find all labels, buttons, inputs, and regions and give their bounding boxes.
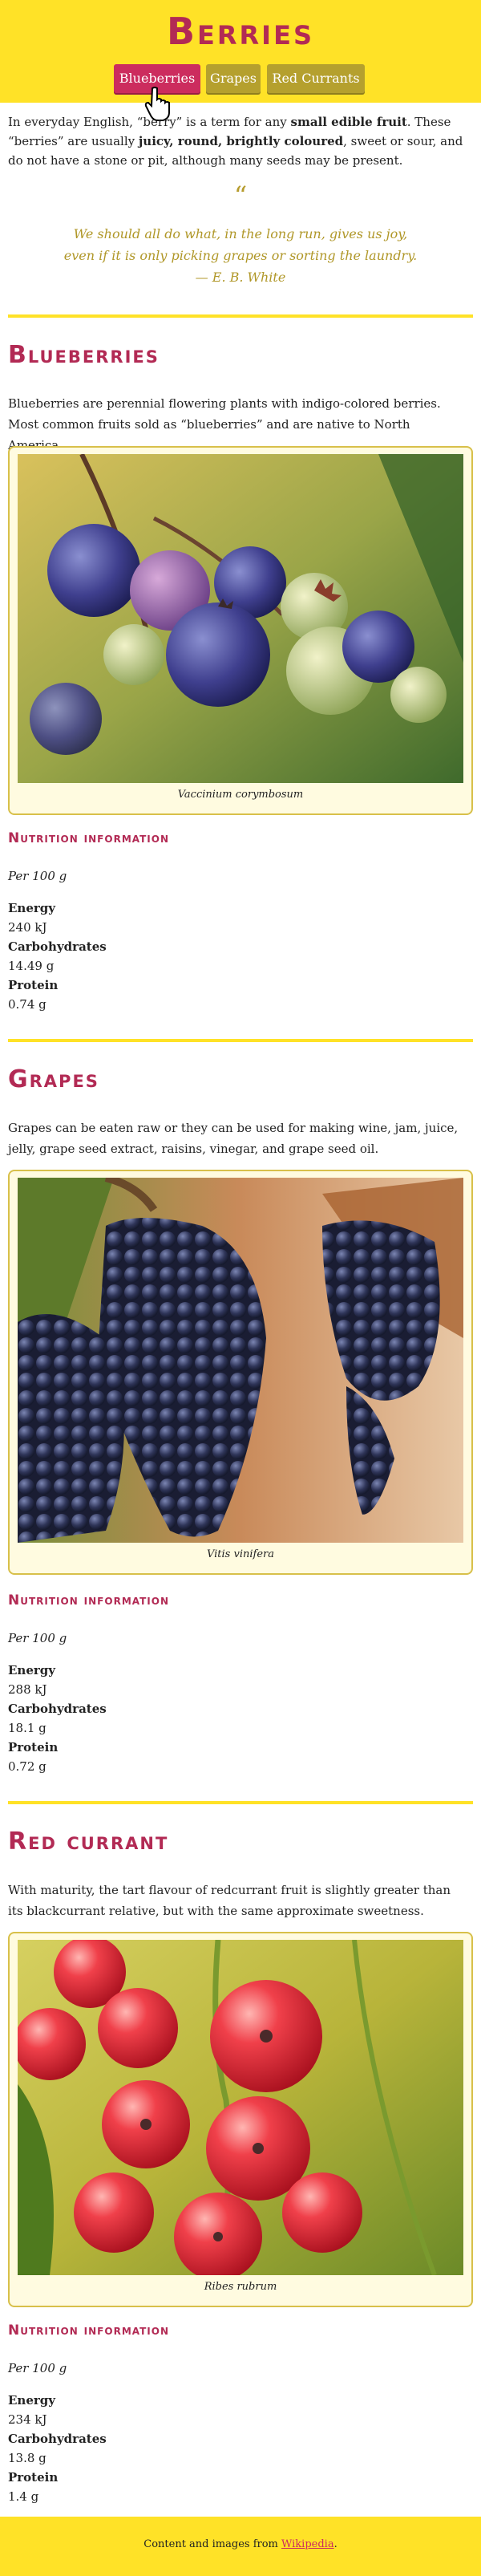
- carbs-label: Carbohydrates: [8, 939, 107, 954]
- carbs-value: 13.8 g: [8, 2451, 46, 2465]
- site-header: Berries Blueberries Grapes Red Currants: [0, 0, 481, 103]
- carbs-value: 18.1 g: [8, 1721, 46, 1735]
- quote: We should all do what, in the long run, …: [0, 223, 481, 288]
- footer-text: Content and images from Wikipedia.: [143, 2538, 338, 2550]
- nutrition-per: Per 100 g: [8, 1631, 67, 1645]
- figure-caption: Ribes rubrum: [204, 2281, 277, 2293]
- section-description: Grapes can be eaten raw or they can be u…: [8, 1121, 459, 1156]
- nutrition-per: Per 100 g: [8, 869, 67, 883]
- carbs-value: 14.49 g: [8, 959, 55, 973]
- energy-label: Energy: [8, 1663, 55, 1677]
- section-divider: [8, 314, 473, 318]
- nutrition-per: Per 100 g: [8, 2361, 67, 2375]
- figure-caption: Vitis vinifera: [206, 1548, 274, 1560]
- section-title-grapes: Grapes: [8, 1065, 99, 1093]
- nutrition-list: Energy 288 kJ Carbohydrates 18.1 g Prote…: [8, 1661, 107, 1776]
- intro-paragraph: In everyday English, “berry” is a term f…: [8, 115, 463, 168]
- red-currant-image: [18, 1940, 463, 2275]
- protein-label: Protein: [8, 2470, 59, 2485]
- figure-caption: Vaccinium corymbosum: [177, 789, 304, 801]
- energy-label: Energy: [8, 2393, 55, 2408]
- protein-value: 0.74 g: [8, 997, 46, 1012]
- nutrition-title: Nutrition information: [8, 830, 170, 846]
- figure-grapes: Vitis vinifera: [8, 1170, 473, 1575]
- nutrition-title: Nutrition information: [8, 2322, 170, 2339]
- energy-label: Energy: [8, 901, 55, 915]
- quote-mark-icon: “: [233, 181, 248, 211]
- nav-tab-red-currants[interactable]: Red Currants: [267, 64, 365, 93]
- site-footer: Content and images from Wikipedia.: [0, 2517, 481, 2576]
- grapes-image: [18, 1178, 463, 1543]
- wikipedia-link[interactable]: Wikipedia: [281, 2538, 334, 2550]
- energy-value: 240 kJ: [8, 920, 47, 935]
- carbs-label: Carbohydrates: [8, 1702, 107, 1716]
- figure-blueberries: Vaccinium corymbosum: [8, 446, 473, 815]
- protein-label: Protein: [8, 978, 59, 992]
- section-title-red-currant: Red currant: [8, 1828, 169, 1856]
- section-divider: [8, 1039, 473, 1042]
- section-title-blueberries: Blueberries: [8, 341, 160, 369]
- quote-line: We should all do what, in the long run, …: [73, 226, 408, 241]
- site-title: Berries: [166, 10, 314, 53]
- section-divider: [8, 1801, 473, 1804]
- carbs-label: Carbohydrates: [8, 2432, 107, 2446]
- blueberries-image: [18, 454, 463, 783]
- protein-label: Protein: [8, 1740, 59, 1755]
- quote-attribution: — E. B. White: [195, 270, 286, 285]
- nutrition-list: Energy 240 kJ Carbohydrates 14.49 g Prot…: [8, 899, 107, 1014]
- energy-value: 288 kJ: [8, 1682, 47, 1697]
- quote-line: even if it is only picking grapes or sor…: [63, 248, 418, 263]
- nutrition-title: Nutrition information: [8, 1592, 170, 1608]
- energy-value: 234 kJ: [8, 2412, 47, 2427]
- nutrition-list: Energy 234 kJ Carbohydrates 13.8 g Prote…: [8, 2391, 107, 2506]
- section-description: With maturity, the tart flavour of redcu…: [8, 1883, 451, 1918]
- protein-value: 0.72 g: [8, 1759, 46, 1774]
- nav-tab-grapes[interactable]: Grapes: [206, 64, 261, 93]
- figure-red-currant: Ribes rubrum: [8, 1932, 473, 2307]
- protein-value: 1.4 g: [8, 2489, 39, 2504]
